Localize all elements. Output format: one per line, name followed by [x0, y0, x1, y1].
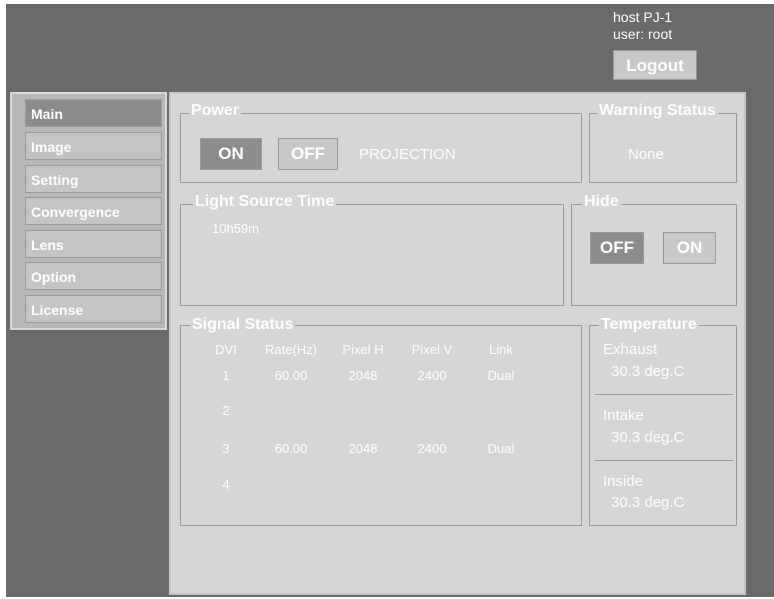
signal-row3-pixel-v: 2400: [417, 441, 447, 456]
sidebar-item-option[interactable]: Option: [25, 262, 162, 290]
sidebar-item-setting[interactable]: Setting: [25, 165, 162, 193]
sidebar-item-image[interactable]: Image: [25, 132, 162, 160]
sidebar-item-convergence[interactable]: Convergence: [25, 197, 162, 225]
signal-row4-dvi: 4: [222, 477, 230, 492]
power-state: PROJECTION: [359, 146, 456, 163]
signal-header-dvi: DVI: [215, 342, 237, 357]
sidebar-item-lens[interactable]: Lens: [25, 230, 162, 258]
sidebar-item-main[interactable]: Main: [25, 99, 162, 127]
signal-row3-rate: 60.00: [274, 441, 308, 456]
logout-button[interactable]: Logout: [613, 50, 697, 80]
signal-row3-pixel-h: 2048: [348, 441, 378, 456]
signal-header-pixel-v: Pixel V: [411, 342, 453, 357]
temperature-title: Temperature: [599, 316, 699, 334]
signal-header-pixel-h: Pixel H: [342, 342, 384, 357]
signal-status-title: Signal Status: [190, 316, 296, 334]
signal-row1-rate: 60.00: [274, 368, 308, 383]
signal-header-link: Link: [489, 342, 513, 357]
signal-row1-pixel-v: 2400: [417, 368, 447, 383]
signal-row2-dvi: 2: [222, 403, 230, 418]
temperature-intake-label: Intake: [603, 407, 644, 424]
light-source-time-title: Light Source Time: [193, 193, 337, 211]
signal-header-rate: Rate(Hz): [264, 342, 317, 357]
signal-row1-dvi: 1: [222, 368, 230, 383]
light-source-time-value: 10h59m: [212, 221, 259, 236]
warning-status-value: None: [628, 146, 664, 163]
hide-title: Hide: [582, 193, 621, 211]
sidebar-item-license[interactable]: License: [25, 295, 162, 323]
power-title: Power: [189, 102, 242, 120]
warning-status-title: Warning Status: [597, 102, 718, 120]
signal-row3-link: Dual: [487, 441, 515, 456]
power-on-button[interactable]: ON: [200, 138, 262, 170]
light-source-time-group: [180, 204, 564, 306]
temperature-exhaust-value: 30.3 deg.C: [611, 363, 685, 380]
signal-row1-link: Dual: [487, 368, 515, 383]
user-label: user: root: [613, 26, 673, 42]
host-label: host PJ-1: [613, 9, 673, 25]
hide-on-button[interactable]: ON: [663, 232, 716, 264]
temperature-inside-label: Inside: [603, 473, 644, 490]
hide-off-button[interactable]: OFF: [590, 232, 644, 264]
temperature-inside-value: 30.3 deg.C: [611, 494, 685, 511]
temperature-exhaust-label: Exhaust: [603, 341, 658, 358]
temperature-intake-value: 30.3 deg.C: [611, 429, 685, 446]
signal-row3-dvi: 3: [222, 441, 230, 456]
temperature-divider: [595, 460, 733, 461]
temperature-divider: [595, 394, 733, 395]
signal-row1-pixel-h: 2048: [348, 368, 378, 383]
power-off-button[interactable]: OFF: [278, 138, 338, 170]
